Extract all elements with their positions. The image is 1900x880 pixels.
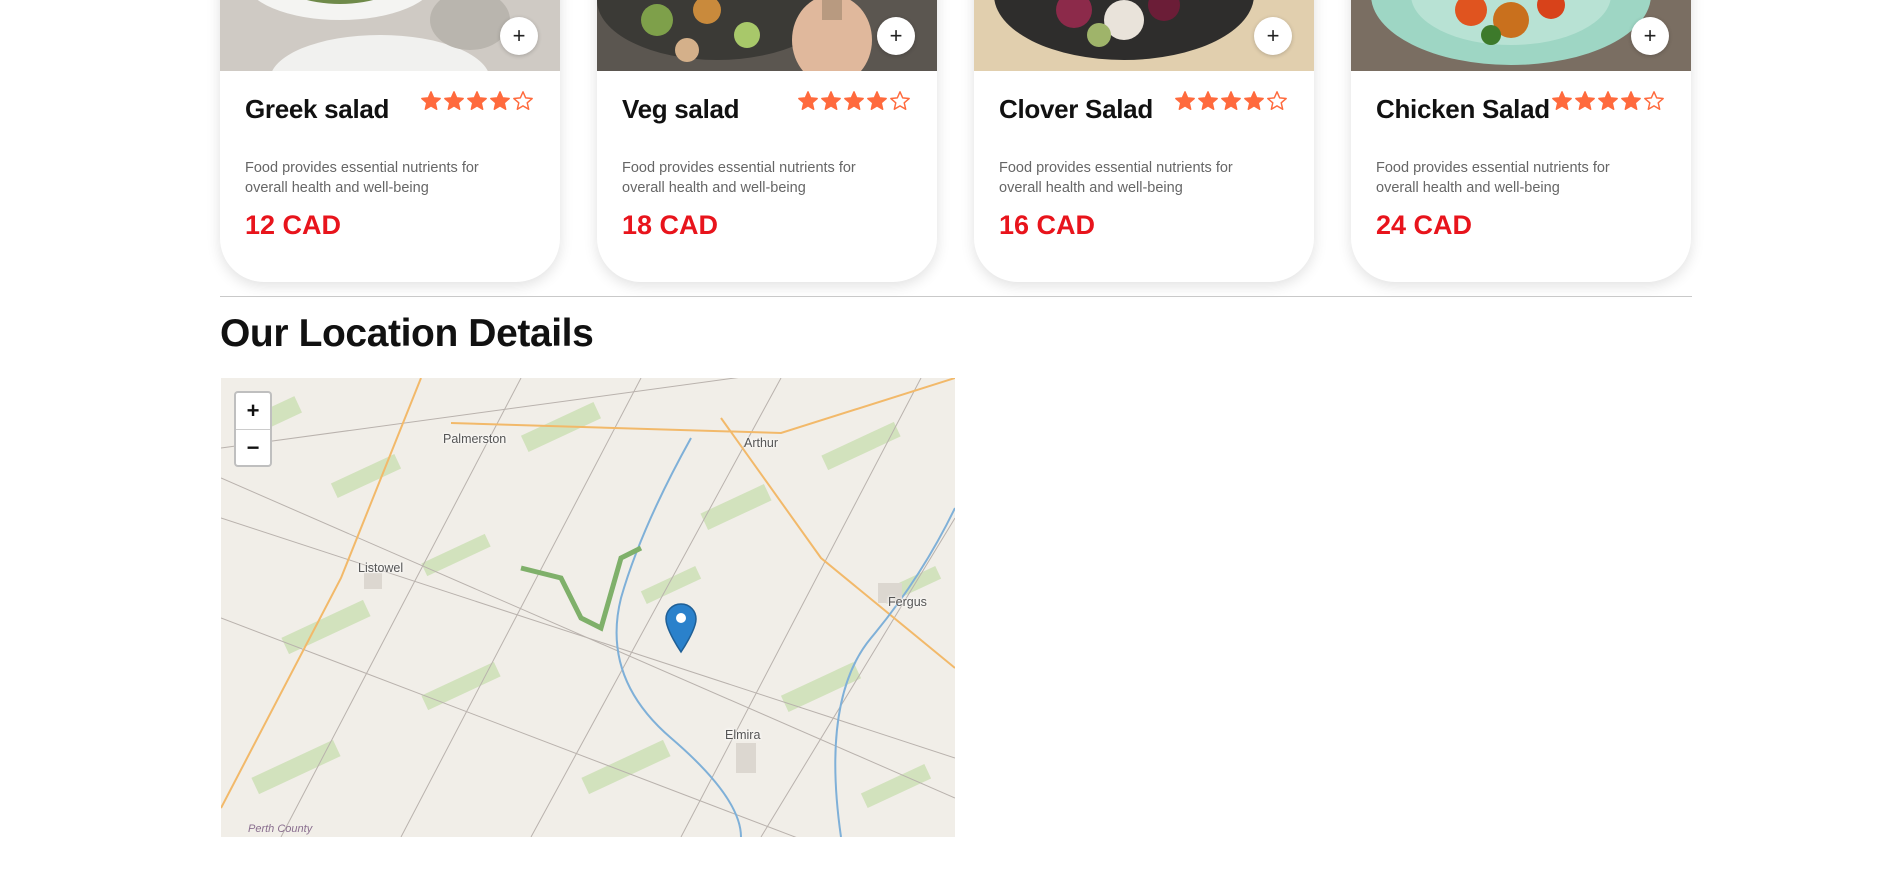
food-name: Chicken Salad [1376, 94, 1550, 124]
rating-stars [420, 90, 534, 112]
star-filled-icon [821, 91, 841, 110]
food-name: Veg salad [622, 94, 740, 124]
section-divider [220, 296, 1692, 297]
star-filled-icon [490, 91, 510, 110]
star-empty-icon [513, 91, 533, 110]
food-price: 12 CAD [245, 210, 342, 240]
star-filled-icon [1552, 91, 1572, 110]
star-filled-icon [1221, 91, 1241, 110]
food-name: Clover Salad [999, 94, 1153, 124]
map-place-label: Fergus [888, 595, 927, 609]
star-filled-icon [867, 91, 887, 110]
food-price: 18 CAD [622, 210, 719, 240]
menu-card: + Greek salad Food provides essential nu… [220, 0, 560, 282]
star-filled-icon [1575, 91, 1595, 110]
food-price: 24 CAD [1376, 210, 1473, 240]
map-attribution: Perth County [248, 823, 313, 835]
location-map[interactable]: + − Palmerston Arthur Listowel Fergus El… [221, 378, 955, 837]
map-tiles [221, 378, 955, 837]
zoom-in-button[interactable]: + [236, 393, 270, 430]
add-to-cart-button[interactable]: + [1631, 17, 1669, 55]
add-to-cart-button[interactable]: + [877, 17, 915, 55]
food-description: Food provides essential nutrients for ov… [999, 160, 1233, 196]
menu-card: + Clover Salad Food provides essential n… [974, 0, 1314, 282]
star-empty-icon [890, 91, 910, 110]
add-to-cart-button[interactable]: + [1254, 17, 1292, 55]
map-place-label: Elmira [725, 728, 761, 742]
star-filled-icon [1198, 91, 1218, 110]
map-place-label: Arthur [744, 436, 779, 450]
star-filled-icon [1598, 91, 1618, 110]
star-filled-icon [1621, 91, 1641, 110]
rating-stars [797, 90, 911, 112]
star-empty-icon [1267, 91, 1287, 110]
location-section-title: Our Location Details [220, 312, 594, 355]
rating-stars [1174, 90, 1288, 112]
star-filled-icon [844, 91, 864, 110]
map-marker-icon[interactable] [664, 602, 698, 654]
star-filled-icon [467, 91, 487, 110]
food-description: Food provides essential nutrients for ov… [622, 160, 856, 196]
food-description: Food provides essential nutrients for ov… [245, 160, 479, 196]
food-description: Food provides essential nutrients for ov… [1376, 160, 1610, 196]
star-filled-icon [1175, 91, 1195, 110]
food-price: 16 CAD [999, 210, 1096, 240]
map-place-label: Listowel [358, 561, 404, 575]
star-empty-icon [1644, 91, 1664, 110]
star-filled-icon [1244, 91, 1264, 110]
star-filled-icon [798, 91, 818, 110]
map-place-label: Palmerston [443, 432, 507, 446]
menu-card: + Chicken Salad Food provides essential … [1351, 0, 1691, 282]
add-to-cart-button[interactable]: + [500, 17, 538, 55]
food-name: Greek salad [245, 94, 390, 124]
star-filled-icon [444, 91, 464, 110]
menu-card: + Veg salad Food provides essential nutr… [597, 0, 937, 282]
zoom-out-button[interactable]: − [236, 430, 270, 466]
map-zoom-control: + − [234, 391, 272, 467]
menu-cards: + Greek salad Food provides essential nu… [220, 0, 1692, 282]
star-filled-icon [421, 91, 441, 110]
rating-stars [1551, 90, 1665, 112]
